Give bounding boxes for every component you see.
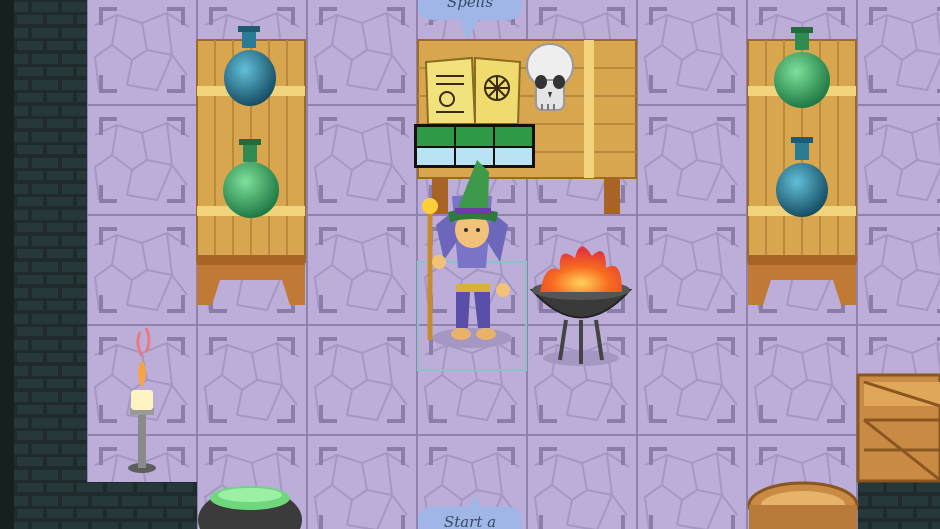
speech-bubble-top-text: Spells xyxy=(447,0,493,11)
hud-cell-2-2[interactable] xyxy=(456,148,493,165)
wooden-tub[interactable] xyxy=(747,481,859,529)
wall-edge-left xyxy=(0,0,14,529)
hud-cell-1-3[interactable] xyxy=(495,127,532,146)
hud-cell-1-1[interactable] xyxy=(417,127,454,146)
game-scene: Spells Start a xyxy=(0,0,940,529)
dungeon-wall-bottom xyxy=(87,482,197,529)
hud-cell-1-2[interactable] xyxy=(456,127,493,146)
hud-inventory-grid[interactable] xyxy=(414,124,535,168)
spell-book[interactable] xyxy=(424,56,522,125)
hud-cell-2-3[interactable] xyxy=(495,148,532,165)
speech-bubble-bottom-text: Start a xyxy=(444,513,496,529)
dungeon-wall-bottom-right xyxy=(858,482,940,529)
wooden-crate[interactable] xyxy=(856,373,940,483)
hud-cell-2-1[interactable] xyxy=(417,148,454,165)
